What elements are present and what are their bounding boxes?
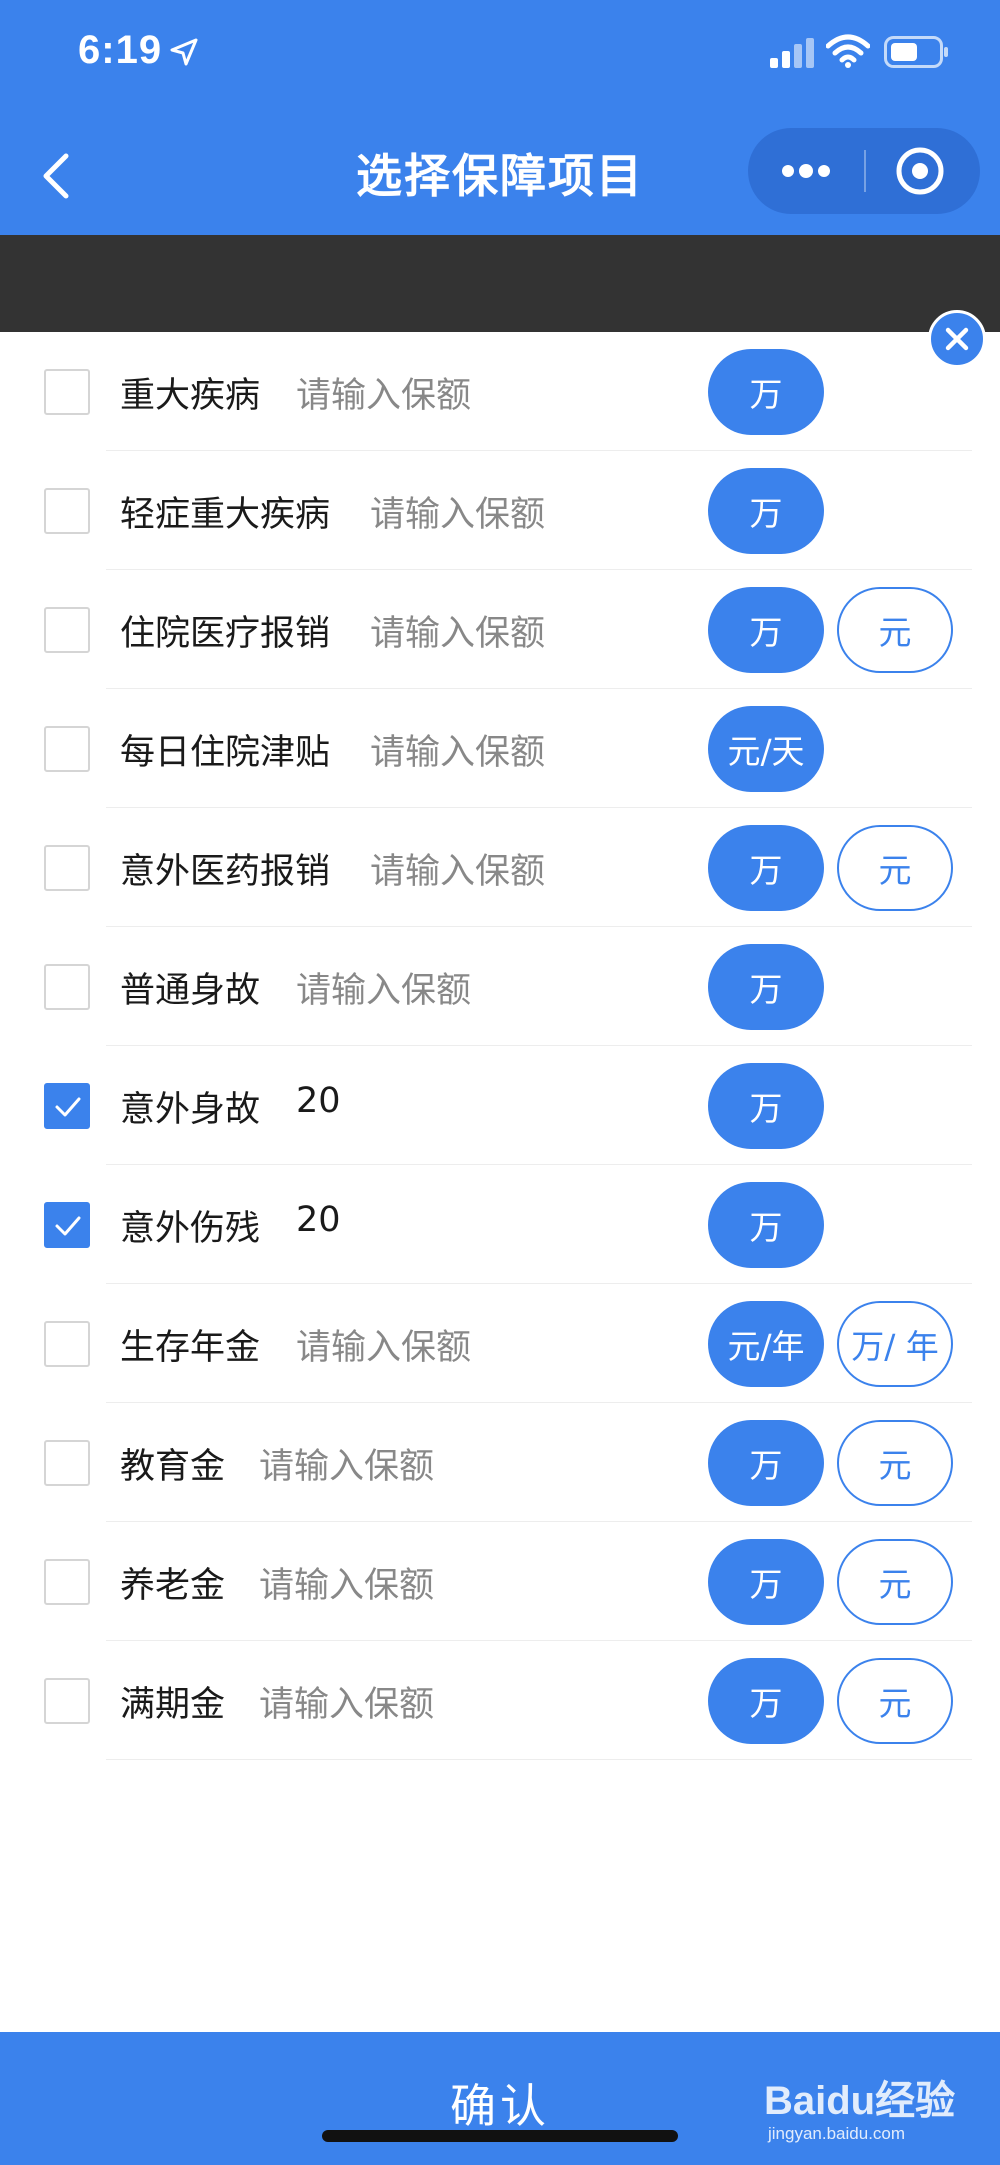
checkbox[interactable]	[44, 1440, 90, 1486]
battery-icon	[884, 36, 948, 68]
coverage-label: 养老金	[120, 1566, 226, 1606]
more-dots-button[interactable]	[748, 128, 864, 214]
coverage-row: 重大疾病 请输入保额 万	[0, 332, 1000, 451]
unit-option[interactable]: 元	[837, 825, 953, 911]
coverage-label: 住院医疗报销	[120, 614, 331, 654]
coverage-label: 每日住院津贴	[120, 733, 331, 773]
checkbox[interactable]	[44, 607, 90, 653]
status-time: 6:19	[78, 28, 163, 72]
wifi-icon	[826, 34, 870, 68]
checkbox[interactable]	[44, 964, 90, 1010]
amount-input[interactable]: 请输入保额	[370, 843, 545, 894]
dark-header-band	[0, 235, 1000, 332]
amount-input[interactable]: 请输入保额	[259, 1438, 434, 1489]
unit-option-selected[interactable]: 万	[708, 468, 824, 554]
amount-input[interactable]: 请输入保额	[370, 486, 545, 537]
unit-option-selected[interactable]: 万	[708, 825, 824, 911]
unit-option-selected[interactable]: 万	[708, 1420, 824, 1506]
coverage-label: 重大疾病	[120, 376, 261, 416]
checkbox[interactable]	[44, 1559, 90, 1605]
coverage-row: 生存年金 请输入保额 元/年 万/ 年	[0, 1284, 1000, 1403]
coverage-row: 轻症重大疾病 请输入保额 万	[0, 451, 1000, 570]
unit-option-selected[interactable]: 万	[708, 1658, 824, 1744]
home-indicator	[322, 2130, 678, 2142]
amount-input[interactable]: 请输入保额	[296, 962, 471, 1013]
checkbox[interactable]	[44, 1678, 90, 1724]
coverage-row: 每日住院津贴 请输入保额 元/天	[0, 689, 1000, 808]
amount-input[interactable]: 请输入保额	[370, 605, 545, 656]
mini-program-capsule	[748, 128, 980, 214]
coverage-label: 轻症重大疾病	[120, 495, 331, 535]
coverage-label: 意外医药报销	[120, 852, 331, 892]
coverage-row: 意外伤残 20 万	[0, 1165, 1000, 1284]
coverage-label: 满期金	[120, 1685, 226, 1725]
coverage-label: 意外身故	[120, 1090, 261, 1130]
coverage-row: 满期金 请输入保额 万元	[0, 1641, 1000, 1760]
amount-input[interactable]: 请输入保额	[259, 1557, 434, 1608]
amount-input[interactable]: 20	[296, 1081, 341, 1121]
unit-option-selected[interactable]: 万	[708, 1182, 824, 1268]
coverage-label: 生存年金	[120, 1328, 261, 1368]
amount-input[interactable]: 请输入保额	[370, 724, 545, 775]
cellular-signal-icon	[770, 38, 814, 68]
checkmark-icon	[55, 1216, 81, 1236]
coverage-row: 普通身故 请输入保额 万	[0, 927, 1000, 1046]
checkbox[interactable]	[44, 726, 90, 772]
unit-option-selected[interactable]: 万	[708, 944, 824, 1030]
unit-option-selected[interactable]: 万	[708, 1539, 824, 1625]
watermark-url: jingyan.baidu.com	[768, 2124, 906, 2143]
top-bar: 6:19 选择保障项目	[0, 0, 1000, 235]
unit-option-selected[interactable]: 万	[708, 1063, 824, 1149]
close-icon[interactable]	[928, 310, 986, 368]
amount-input[interactable]: 请输入保额	[296, 1319, 471, 1370]
unit-option-selected[interactable]: 万	[708, 587, 824, 673]
amount-input[interactable]: 请输入保额	[296, 367, 471, 418]
coverage-label: 教育金	[120, 1447, 226, 1487]
unit-option[interactable]: 元	[837, 1539, 953, 1625]
baidu-watermark-logo: Baidu经验 jingyan.baidu.com	[764, 2068, 984, 2148]
unit-option[interactable]: 元	[837, 1420, 953, 1506]
checkbox[interactable]	[44, 845, 90, 891]
unit-option[interactable]: 元	[837, 1658, 953, 1744]
coverage-label: 意外伤残	[120, 1209, 261, 1249]
coverage-row: 养老金 请输入保额 万元	[0, 1522, 1000, 1641]
checkbox[interactable]	[44, 369, 90, 415]
watermark-brand: Baidu经验	[764, 2079, 956, 2123]
location-arrow-icon	[170, 38, 198, 66]
checkbox[interactable]	[44, 1321, 90, 1367]
unit-option[interactable]: 元	[837, 587, 953, 673]
checkmark-icon	[55, 1097, 81, 1117]
coverage-label: 普通身故	[120, 971, 261, 1011]
amount-input[interactable]: 请输入保额	[259, 1676, 434, 1727]
amount-input[interactable]: 20	[296, 1200, 341, 1240]
unit-option[interactable]: 万/ 年	[837, 1301, 953, 1387]
coverage-row: 住院医疗报销 请输入保额 万元	[0, 570, 1000, 689]
close-mini-program-button[interactable]	[866, 128, 980, 214]
checkbox[interactable]	[44, 488, 90, 534]
checkbox-checked[interactable]	[44, 1083, 90, 1129]
row-divider	[106, 1759, 972, 1760]
unit-option-selected[interactable]: 万	[708, 349, 824, 435]
coverage-row: 教育金 请输入保额 万元	[0, 1403, 1000, 1522]
unit-option-selected[interactable]: 元/年	[708, 1301, 824, 1387]
checkbox-checked[interactable]	[44, 1202, 90, 1248]
coverage-row: 意外医药报销 请输入保额 万元	[0, 808, 1000, 927]
unit-option-selected[interactable]: 元/天	[708, 706, 824, 792]
coverage-row: 意外身故 20 万	[0, 1046, 1000, 1165]
